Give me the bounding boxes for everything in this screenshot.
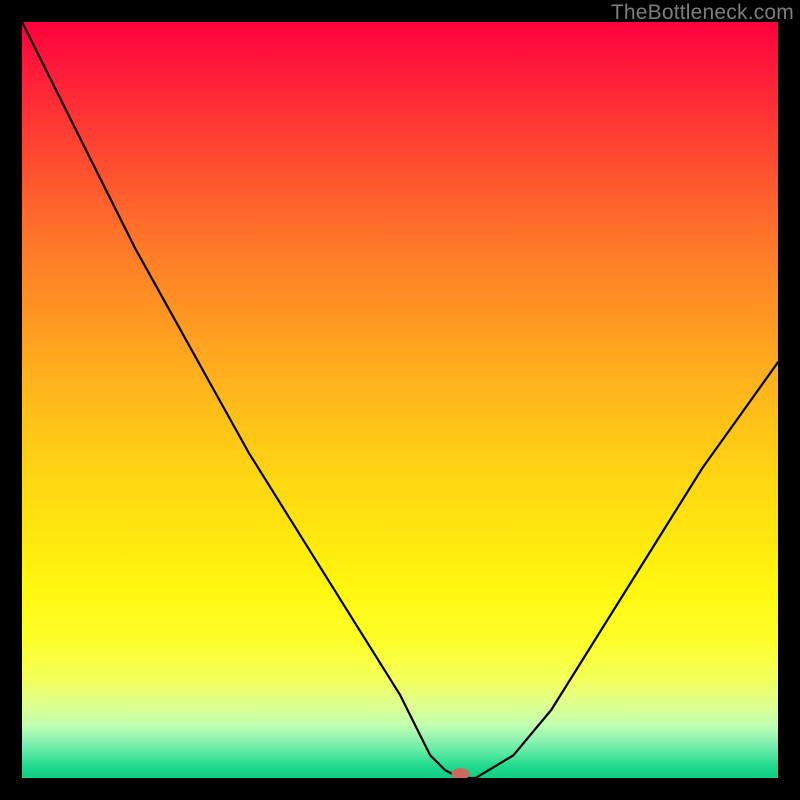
plot-area bbox=[22, 22, 778, 778]
watermark-text: TheBottleneck.com bbox=[611, 1, 794, 25]
bottleneck-curve bbox=[22, 22, 778, 778]
chart-frame: TheBottleneck.com bbox=[0, 0, 800, 800]
optimal-point-marker bbox=[452, 768, 470, 778]
curve-layer bbox=[22, 22, 778, 778]
